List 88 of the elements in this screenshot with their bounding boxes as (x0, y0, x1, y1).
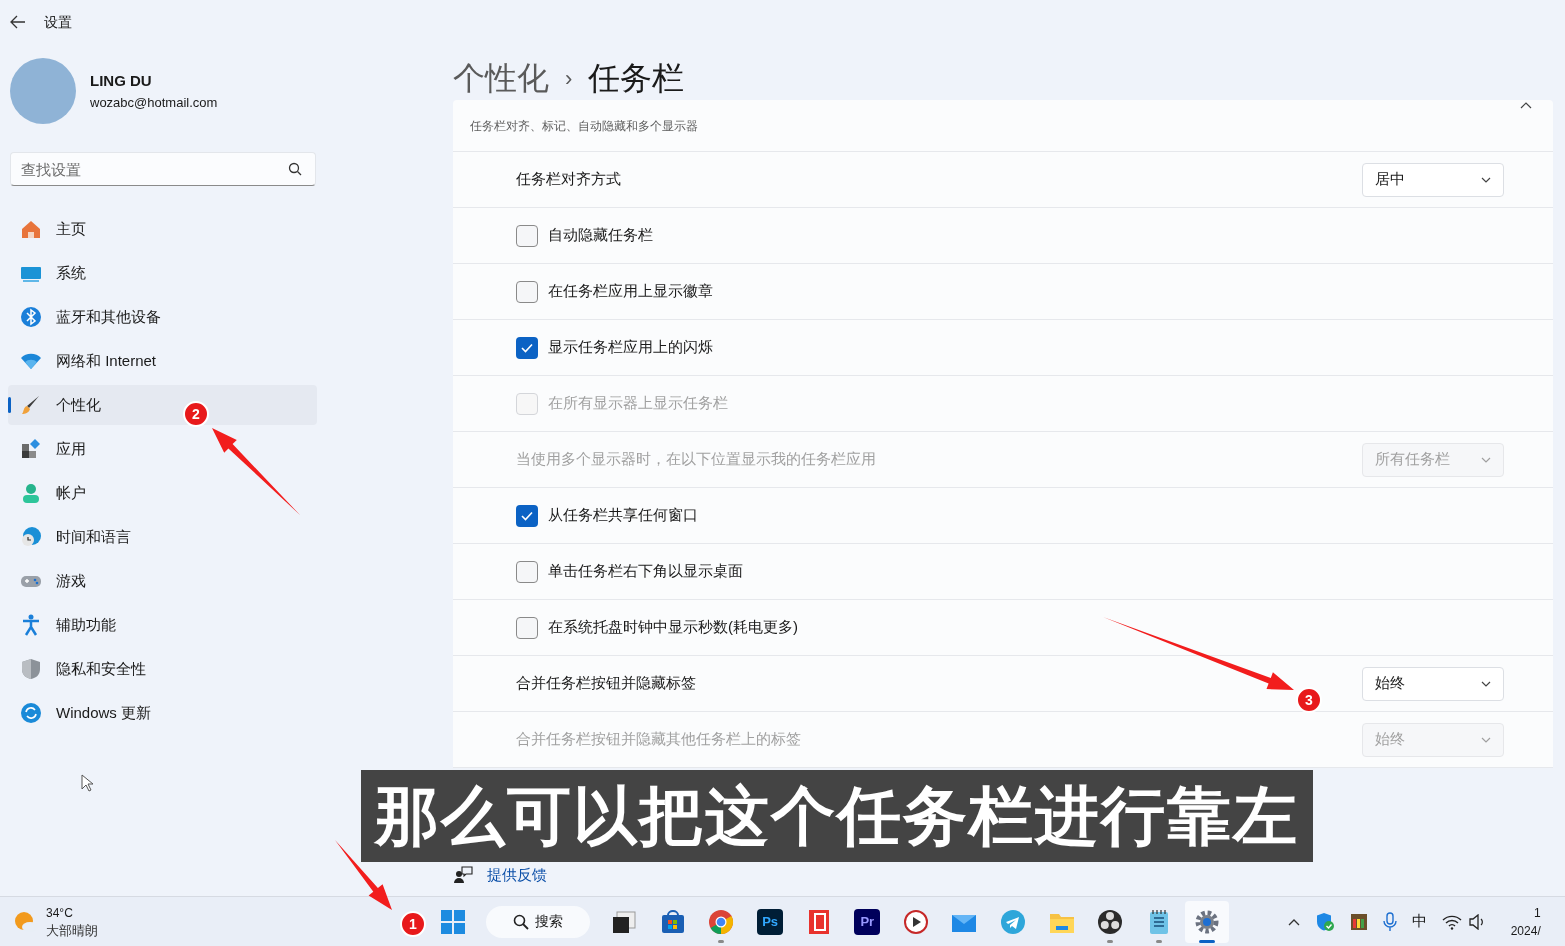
chevron-up-icon[interactable] (1287, 917, 1300, 926)
user-name: LING DU (90, 71, 153, 91)
checkbox-label: 在任务栏应用上显示徽章 (548, 281, 713, 302)
checkbox[interactable] (516, 280, 538, 303)
checkbox[interactable] (516, 504, 538, 527)
checkbox-label: 在系统托盘时钟中显示秒数(耗电更多) (548, 617, 798, 638)
chevron-down-icon (1481, 680, 1491, 687)
gear-icon (1194, 908, 1221, 935)
setting-label: 合并任务栏按钮并隐藏其他任务栏上的标签 (516, 729, 801, 750)
sidebar-item[interactable]: 蓝牙和其他设备 (8, 297, 317, 337)
sidebar-item[interactable]: 隐私和安全性 (8, 649, 317, 689)
checkbox-label: 显示任务栏应用上的闪烁 (548, 337, 713, 358)
dropdown: 始终 (1362, 722, 1504, 757)
color-bars-icon[interactable] (1349, 912, 1368, 931)
clock[interactable]: 1 2024/ (1502, 903, 1541, 940)
running-indicator (718, 939, 725, 943)
start-button[interactable] (440, 908, 466, 935)
breadcrumb-parent[interactable]: 个性化 (453, 54, 549, 102)
chevron-down-icon (1481, 736, 1491, 743)
shield-check-icon[interactable] (1314, 911, 1335, 932)
sidebar-item[interactable]: Windows 更新 (8, 693, 317, 733)
search-icon (513, 913, 529, 930)
house-icon (20, 218, 42, 240)
taskbar-app[interactable]: Pr (845, 900, 890, 943)
running-indicator (1107, 939, 1114, 943)
bluetooth-icon (20, 306, 42, 328)
running-indicator (1155, 939, 1162, 943)
chevron-down-icon (1481, 176, 1491, 183)
taskbar-search[interactable]: 搜索 (486, 905, 590, 938)
obs-icon (1097, 908, 1124, 935)
checkbox-label: 在所有显示器上显示任务栏 (548, 393, 728, 414)
selection-indicator (8, 397, 11, 413)
speaker-icon[interactable] (1467, 913, 1486, 930)
dropdown: 所有任务栏 (1362, 442, 1504, 477)
running-indicator (1199, 939, 1216, 943)
temperature-text: 34°C (46, 904, 74, 922)
setting-label: 合并任务栏按钮并隐藏标签 (516, 673, 696, 694)
back-arrow-icon[interactable] (10, 15, 26, 29)
user-email: wozabc@hotmail.com (90, 93, 218, 112)
weather-condition: 大部晴朗 (46, 921, 98, 939)
checkmark-icon (521, 342, 533, 353)
checkbox[interactable] (516, 616, 538, 639)
chevron-down-icon (1481, 456, 1491, 463)
sidebar-item[interactable]: 网络和 Internet (8, 341, 317, 381)
apps-icon (20, 438, 42, 460)
paper-plane-icon (1000, 908, 1027, 935)
input-method-indicator[interactable]: 中 (1411, 910, 1427, 933)
taskbar-app[interactable]: Ps (748, 900, 793, 943)
person-chat-icon (453, 866, 473, 885)
microphone-icon[interactable] (1382, 911, 1397, 932)
brush-icon (20, 394, 42, 416)
store-icon (659, 908, 686, 935)
feedback-link[interactable]: 提供反馈 (487, 864, 547, 887)
page-title: 任务栏 (588, 59, 685, 98)
search-icon (288, 162, 302, 176)
sidebar-item[interactable]: 辅助功能 (8, 605, 317, 645)
sidebar-item[interactable]: 主页 (8, 209, 317, 249)
subtitle-caption: 那么可以把这个任务栏进行靠左 (361, 770, 1313, 862)
sidebar-item[interactable]: 应用 (8, 429, 317, 469)
search-field[interactable]: 查找设置 (10, 152, 316, 186)
setting-label: 当使用多个显示器时，在以下位置显示我的任务栏应用 (516, 449, 876, 470)
sidebar-item[interactable]: 系统 (8, 253, 317, 293)
wifi-icon[interactable] (1441, 913, 1462, 930)
sidebar-item[interactable]: 时间和语言 (8, 517, 317, 557)
sidebar-item[interactable]: 游戏 (8, 561, 317, 601)
setting-label: 任务栏对齐方式 (516, 169, 621, 190)
checkbox[interactable] (516, 224, 538, 247)
checkbox-label: 自动隐藏任务栏 (548, 225, 653, 246)
play-icon (902, 908, 929, 935)
person-icon (20, 482, 42, 504)
window-title: 设置 (44, 12, 72, 32)
sidebar-item[interactable]: 帐户 (8, 473, 317, 513)
globe-clock-icon (20, 526, 42, 548)
shield-icon (20, 658, 42, 680)
checkbox[interactable] (516, 336, 538, 359)
cursor-icon (81, 774, 93, 792)
refresh-icon (20, 702, 42, 724)
checkmark-icon (521, 510, 533, 521)
chrome-icon (708, 908, 735, 935)
breadcrumb-separator: › (565, 64, 573, 93)
dropdown[interactable]: 始终 (1362, 666, 1504, 701)
checkbox-label: 从任务栏共享任何窗口 (548, 505, 698, 526)
window-icon (611, 908, 638, 935)
checkbox[interactable] (516, 560, 538, 583)
checkbox-label: 单击任务栏右下角以显示桌面 (548, 561, 743, 582)
section-header[interactable]: 任务栏对齐、标记、自动隐藏和多个显示器 (453, 100, 1553, 152)
dropdown[interactable]: 居中 (1362, 162, 1504, 197)
accessibility-icon (20, 614, 42, 636)
